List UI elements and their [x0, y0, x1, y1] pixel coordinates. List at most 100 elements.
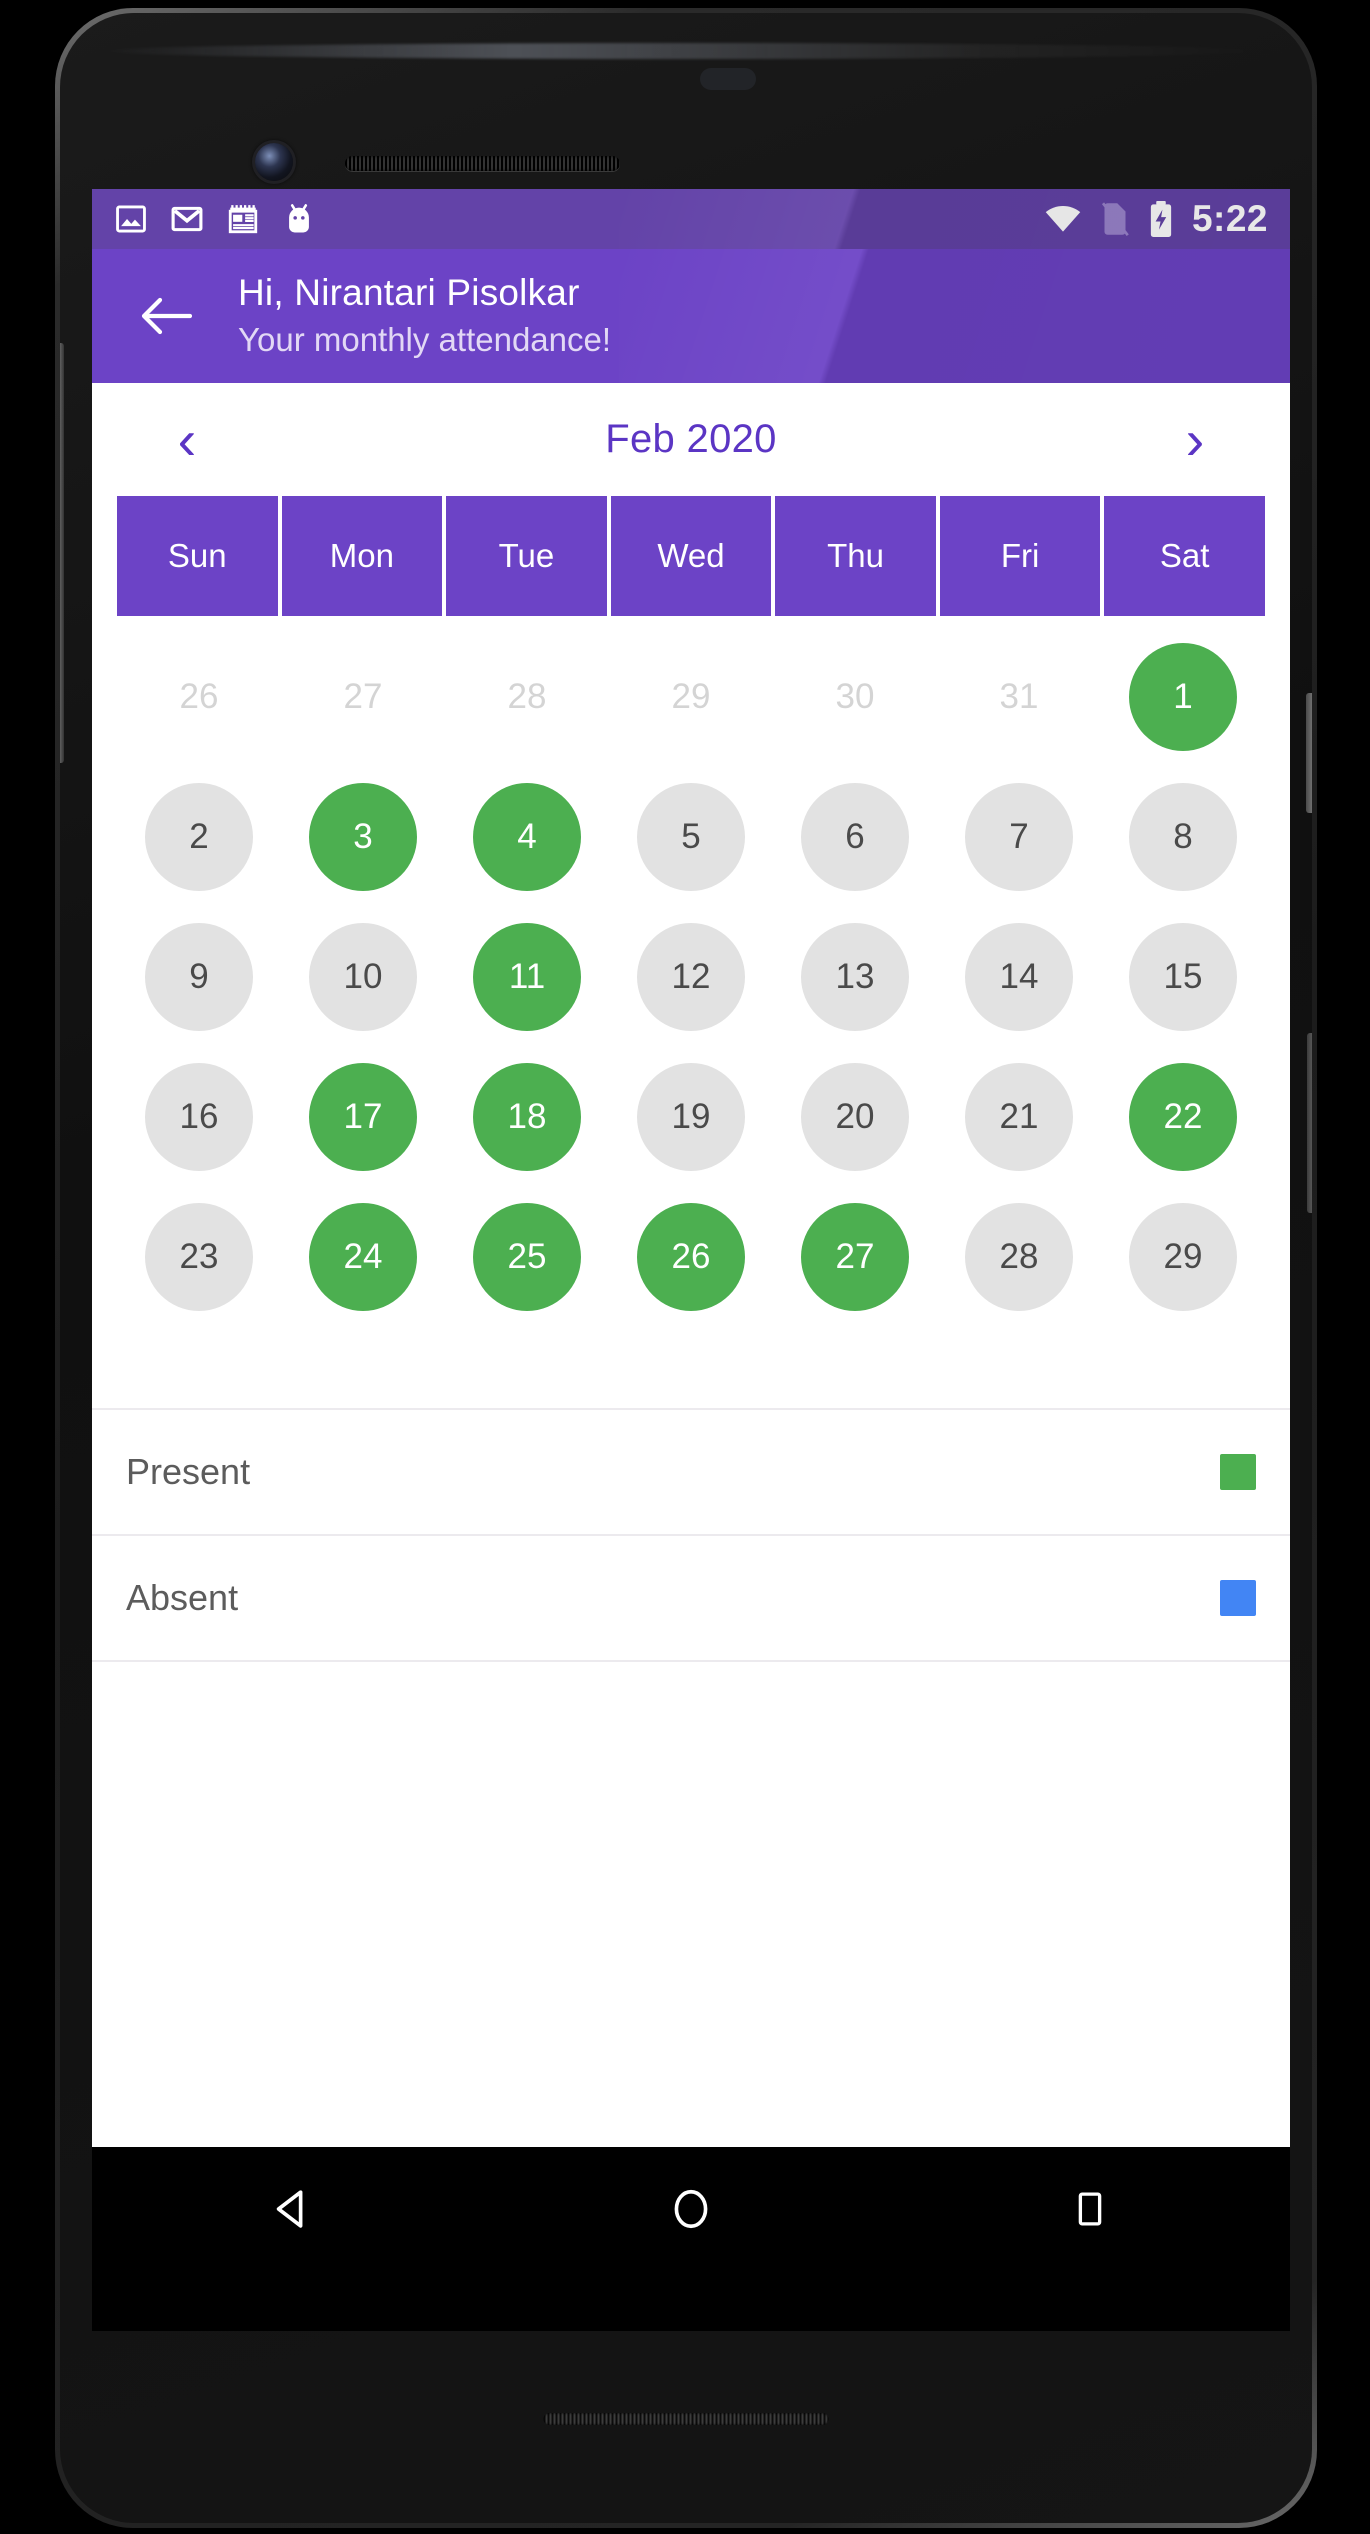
day-pill-present: 3: [309, 783, 417, 891]
calendar-day-cell[interactable]: 10: [281, 912, 445, 1042]
day-pill-present: 24: [309, 1203, 417, 1311]
image-icon: [114, 202, 148, 236]
status-bar: 5:22: [92, 189, 1290, 249]
status-bar-system-icons: 5:22: [1044, 198, 1268, 240]
nav-recents-button[interactable]: [1030, 2164, 1150, 2254]
calendar-day-cell[interactable]: 23: [117, 1192, 281, 1322]
calendar-day-cell[interactable]: 28: [937, 1192, 1101, 1322]
phone-frame: 5:22 Hi, Nirantari Pisolkar Your monthly…: [55, 8, 1317, 2528]
calendar-day-cell[interactable]: 3: [281, 772, 445, 902]
calendar-day-cell[interactable]: 22: [1101, 1052, 1265, 1182]
nav-back-triangle-icon: [276, 2190, 303, 2228]
day-pill-absent: 16: [145, 1063, 253, 1171]
status-bar-clock: 5:22: [1191, 198, 1268, 239]
news-icon: [226, 202, 260, 236]
nav-back-button[interactable]: [232, 2164, 352, 2254]
calendar-day-cell[interactable]: 15: [1101, 912, 1265, 1042]
calendar-day-cell[interactable]: 31: [937, 632, 1101, 762]
weekday-cell-sun: Sun: [117, 496, 278, 616]
calendar-day-cell[interactable]: 2: [117, 772, 281, 902]
day-pill-absent: 19: [637, 1063, 745, 1171]
power-button[interactable]: [1306, 693, 1312, 813]
legend-row[interactable]: Absent: [92, 1536, 1290, 1660]
calendar-day-cell[interactable]: 21: [937, 1052, 1101, 1182]
legend-tail-spacer: [92, 1662, 1290, 1718]
calendar-day-cell[interactable]: 16: [117, 1052, 281, 1182]
calendar-day-cell[interactable]: 13: [773, 912, 937, 1042]
day-pill-absent: 29: [1129, 1203, 1237, 1311]
calendar-day-cell[interactable]: 17: [281, 1052, 445, 1182]
legend-list: Present Absent: [92, 1410, 1290, 1662]
calendar-day-cell[interactable]: 1: [1101, 632, 1265, 762]
calendar-day-cell[interactable]: 24: [281, 1192, 445, 1322]
app-bar-titles: Hi, Nirantari Pisolkar Your monthly atte…: [238, 270, 611, 362]
calendar-day-cell[interactable]: 14: [937, 912, 1101, 1042]
previous-month-button[interactable]: ‹: [152, 405, 222, 475]
day-pill-present: 26: [637, 1203, 745, 1311]
android-navigation-bar: [92, 2147, 1290, 2271]
app-bar: Hi, Nirantari Pisolkar Your monthly atte…: [92, 249, 1290, 383]
android-icon: [282, 202, 316, 236]
earpiece-speaker: [345, 156, 620, 171]
day-pill-absent: 7: [965, 783, 1073, 891]
calendar-day-cell[interactable]: 29: [1101, 1192, 1265, 1322]
calendar-day-cell[interactable]: 6: [773, 772, 937, 902]
day-pill-present: 1: [1129, 643, 1237, 751]
day-pill-absent: 21: [965, 1063, 1073, 1171]
phone-body: 5:22 Hi, Nirantari Pisolkar Your monthly…: [60, 13, 1312, 2523]
day-pill-absent: 23: [145, 1203, 253, 1311]
weekday-cell-fri: Fri: [939, 496, 1101, 616]
wifi-icon: [1044, 204, 1082, 234]
calendar-day-cell[interactable]: 27: [773, 1192, 937, 1322]
legend-label: Absent: [126, 1577, 239, 1618]
weekday-cell-mon: Mon: [281, 496, 443, 616]
weekday-header-row: Sun Mon Tue Wed Thu Fri Sat: [92, 496, 1290, 616]
page-title: Hi, Nirantari Pisolkar: [238, 271, 580, 313]
calendar-day-cell[interactable]: 9: [117, 912, 281, 1042]
weekday-cell-wed: Wed: [610, 496, 772, 616]
day-pill-absent: 8: [1129, 783, 1237, 891]
app-bar-sheen: [619, 249, 1290, 383]
day-pill-other: 30: [835, 677, 875, 716]
nav-home-button[interactable]: [631, 2164, 751, 2254]
calendar-day-cell[interactable]: 29: [609, 632, 773, 762]
legend-row[interactable]: Present: [92, 1410, 1290, 1534]
calendar-day-cell[interactable]: 26: [117, 632, 281, 762]
day-pill-present: 25: [473, 1203, 581, 1311]
current-month-label: Feb 2020: [605, 417, 777, 461]
day-pill-other: 27: [343, 677, 383, 716]
day-pill-absent: 9: [145, 923, 253, 1031]
day-pill-absent: 15: [1129, 923, 1237, 1031]
page-subtitle: Your monthly attendance!: [238, 321, 612, 359]
calendar-day-cell[interactable]: 19: [609, 1052, 773, 1182]
calendar-day-cell[interactable]: 26: [609, 1192, 773, 1322]
calendar-day-cell[interactable]: 7: [937, 772, 1101, 902]
legend-color-swatch: [1220, 1580, 1256, 1616]
day-pill-present: 27: [801, 1203, 909, 1311]
calendar-day-cell[interactable]: 27: [281, 632, 445, 762]
calendar-day-cell[interactable]: 5: [609, 772, 773, 902]
calendar-day-cell[interactable]: 12: [609, 912, 773, 1042]
calendar-day-cell[interactable]: 4: [445, 772, 609, 902]
day-pill-absent: 14: [965, 923, 1073, 1031]
day-pill-present: 17: [309, 1063, 417, 1171]
calendar-day-cell[interactable]: 11: [445, 912, 609, 1042]
back-arrow-icon: [141, 297, 192, 335]
calendar-bottom-spacer: [92, 1322, 1290, 1408]
phone-left-rail: [60, 343, 64, 763]
day-pill-other: 29: [671, 677, 711, 716]
weekday-cell-thu: Thu: [775, 496, 936, 616]
next-month-button[interactable]: ›: [1160, 405, 1230, 475]
calendar-day-cell[interactable]: 30: [773, 632, 937, 762]
back-button[interactable]: [126, 276, 206, 356]
calendar-day-cell[interactable]: 8: [1101, 772, 1265, 902]
calendar-day-cell[interactable]: 25: [445, 1192, 609, 1322]
calendar-day-cell[interactable]: 28: [445, 632, 609, 762]
calendar-day-cell[interactable]: 20: [773, 1052, 937, 1182]
nav-recents-square-icon: [1079, 2192, 1102, 2226]
day-pill-absent: 5: [637, 783, 745, 891]
volume-button[interactable]: [1307, 1033, 1312, 1213]
day-pill-absent: 13: [801, 923, 909, 1031]
calendar-day-cell[interactable]: 18: [445, 1052, 609, 1182]
day-pill-present: 22: [1129, 1063, 1237, 1171]
